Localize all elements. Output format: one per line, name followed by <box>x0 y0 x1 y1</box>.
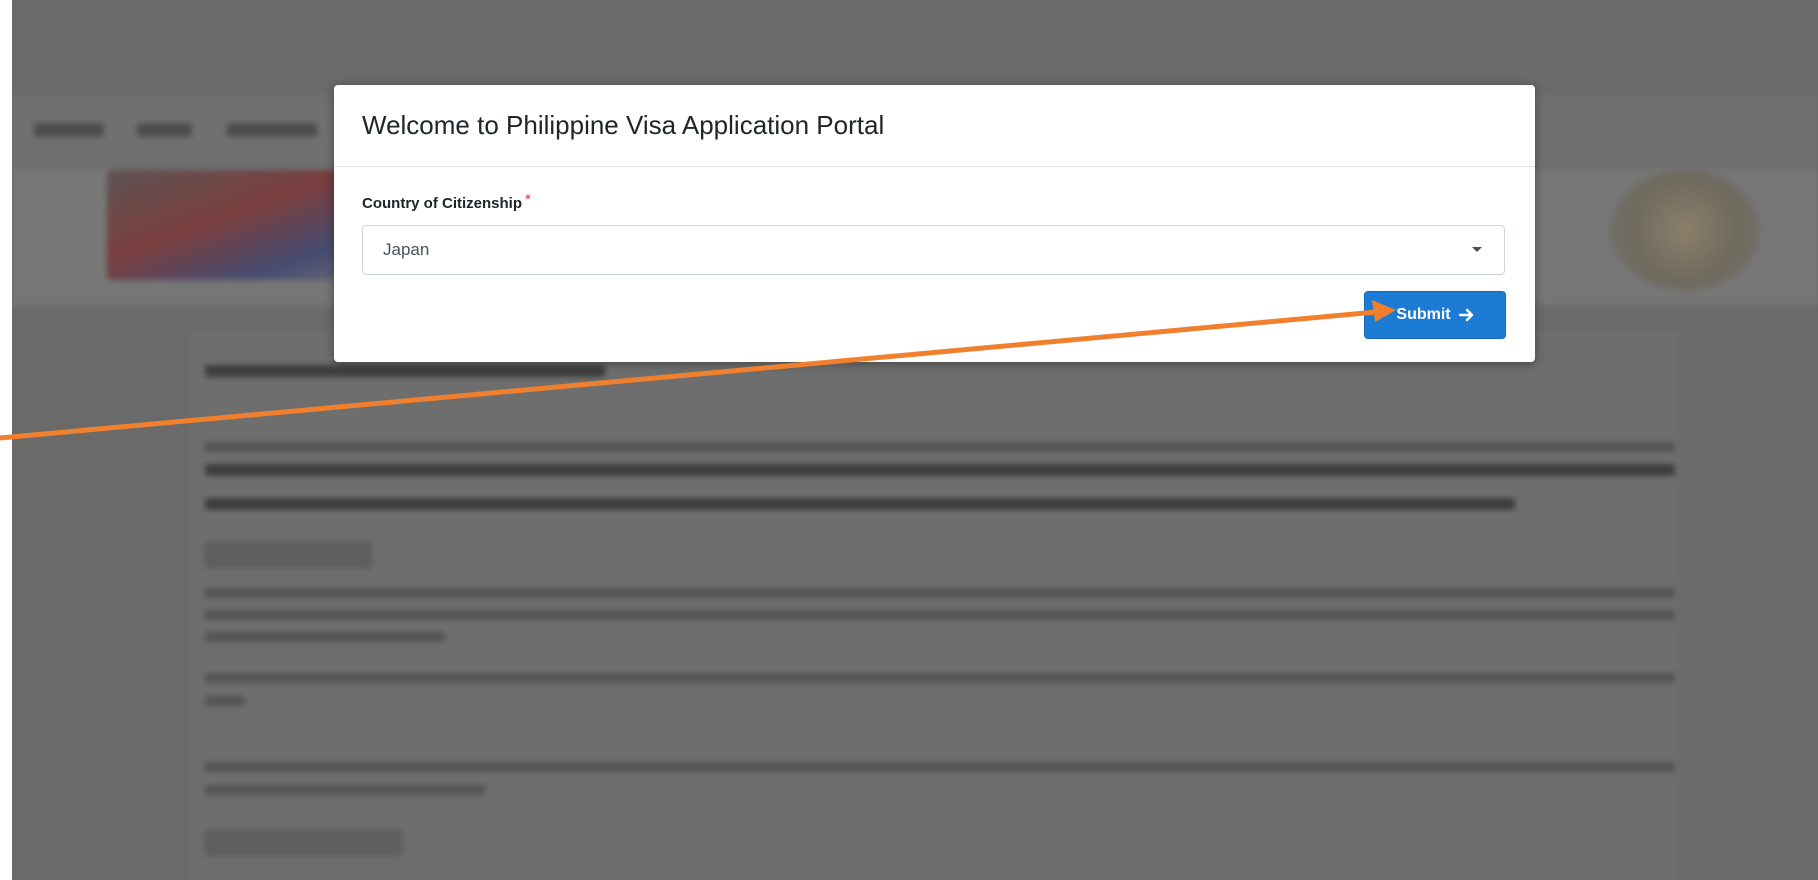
background-seal-image <box>1610 170 1760 290</box>
required-marker: * <box>525 191 531 208</box>
country-select-value: Japan <box>383 240 430 259</box>
submit-button[interactable]: Submit <box>1364 291 1506 339</box>
modal-title: Welcome to Philippine Visa Application P… <box>362 110 885 140</box>
submit-button-label: Submit <box>1396 306 1451 323</box>
country-of-citizenship-label: Country of Citizenship * <box>362 191 531 212</box>
country-select[interactable]: Japan <box>362 225 1505 275</box>
modal-header: Welcome to Philippine Visa Application P… <box>334 85 1535 167</box>
welcome-modal: Welcome to Philippine Visa Application P… <box>334 85 1535 362</box>
page-viewport: Welcome to Philippine Visa Application P… <box>12 0 1818 880</box>
arrow-right-icon <box>1458 308 1474 322</box>
chevron-down-icon <box>1472 247 1482 252</box>
background-content <box>190 330 1680 880</box>
field-label-text: Country of Citizenship <box>362 195 522 212</box>
